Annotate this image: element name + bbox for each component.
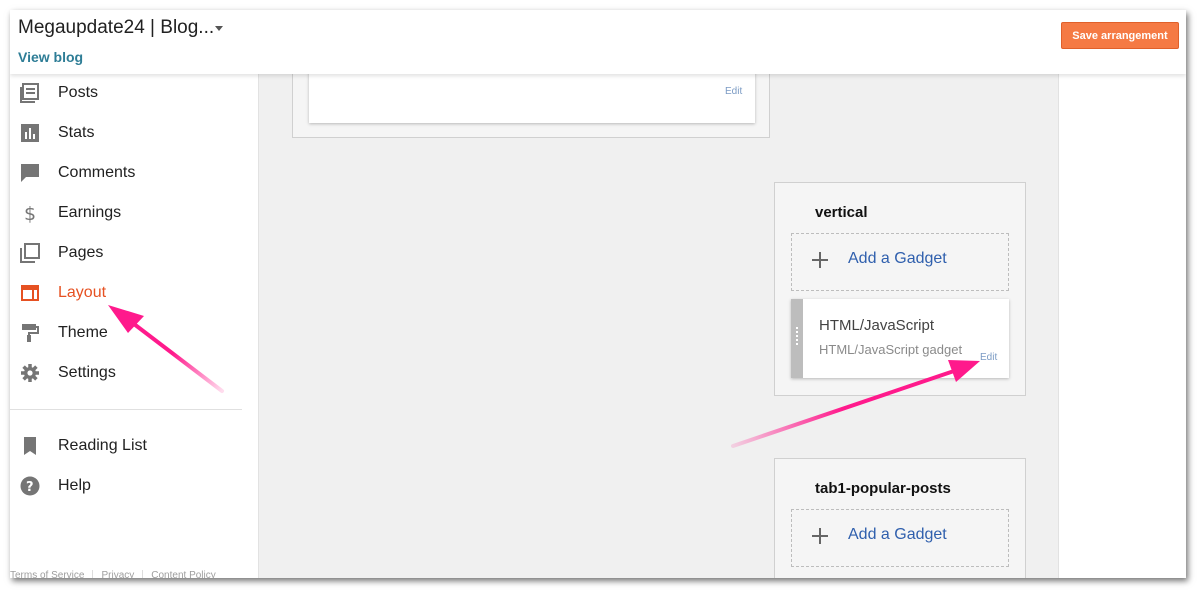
sidebar-item-label: Comments bbox=[58, 164, 136, 181]
sidebar-item-label: Theme bbox=[58, 324, 108, 341]
section-title: vertical bbox=[815, 204, 868, 221]
dollar-icon: $ bbox=[24, 203, 36, 223]
add-gadget-button[interactable]: Add a Gadget bbox=[791, 509, 1009, 567]
add-gadget-label: Add a Gadget bbox=[848, 526, 947, 543]
svg-text:?: ? bbox=[26, 480, 34, 495]
gadget-title: HTML/JavaScript bbox=[819, 317, 935, 334]
sidebar-item-label: Stats bbox=[58, 124, 95, 141]
help-icon: ? bbox=[20, 476, 40, 496]
stats-icon bbox=[21, 124, 39, 142]
sidebar: Posts Stats Comments $ Earnings Pages La… bbox=[10, 74, 258, 578]
sidebar-item-stats[interactable]: Stats bbox=[10, 118, 250, 148]
bookmark-icon bbox=[24, 437, 36, 455]
pages-icon bbox=[20, 243, 40, 263]
right-panel bbox=[1058, 74, 1186, 578]
edit-link[interactable]: Edit bbox=[725, 86, 742, 97]
plus-icon bbox=[812, 252, 828, 268]
paint-roller-icon bbox=[22, 324, 39, 342]
chevron-down-icon[interactable] bbox=[215, 26, 223, 31]
blogger-layout-window: Megaupdate24 | Blog... View blog Save ar… bbox=[10, 10, 1186, 578]
view-blog-link[interactable]: View blog bbox=[18, 49, 83, 65]
comments-icon bbox=[21, 164, 39, 182]
sidebar-item-label: Earnings bbox=[58, 204, 122, 221]
terms-link[interactable]: Terms of Service bbox=[10, 570, 94, 578]
top-bar: Megaupdate24 | Blog... View blog Save ar… bbox=[10, 10, 1186, 74]
drag-handle-icon[interactable] bbox=[791, 299, 803, 378]
add-gadget-button[interactable]: Add a Gadget bbox=[791, 233, 1009, 291]
sidebar-item-layout[interactable]: Layout bbox=[10, 278, 250, 308]
content-policy-link[interactable]: Content Policy bbox=[143, 570, 223, 578]
sidebar-item-earnings[interactable]: $ Earnings bbox=[10, 198, 250, 228]
gadget-card-html-javascript[interactable]: HTML/JavaScript HTML/JavaScript gadget E… bbox=[791, 299, 1009, 378]
layout-section-top: Edit bbox=[292, 64, 770, 138]
sidebar-item-theme[interactable]: Theme bbox=[10, 318, 250, 348]
sidebar-item-label: Layout bbox=[58, 284, 107, 301]
footer-links: Terms of Service Privacy Content Policy bbox=[10, 570, 224, 578]
sidebar-divider bbox=[10, 409, 242, 410]
sidebar-item-comments[interactable]: Comments bbox=[10, 158, 250, 188]
svg-text:$: $ bbox=[24, 203, 36, 223]
posts-icon bbox=[20, 83, 39, 103]
edit-link[interactable]: Edit bbox=[980, 352, 997, 363]
layout-section-tab1-popular-posts: tab1-popular-posts Add a Gadget bbox=[774, 458, 1026, 578]
plus-icon bbox=[812, 528, 828, 544]
sidebar-item-help[interactable]: ? Help bbox=[10, 471, 250, 501]
gear-icon bbox=[21, 364, 39, 382]
sidebar-item-pages[interactable]: Pages bbox=[10, 238, 250, 268]
sidebar-item-posts[interactable]: Posts bbox=[10, 78, 250, 108]
section-title: tab1-popular-posts bbox=[815, 480, 951, 497]
layout-canvas: Edit vertical Add a Gadget HTML/JavaScri… bbox=[258, 64, 1059, 578]
privacy-link[interactable]: Privacy bbox=[93, 570, 144, 578]
save-arrangement-button[interactable]: Save arrangement bbox=[1061, 22, 1179, 49]
blog-title[interactable]: Megaupdate24 | Blog... bbox=[18, 17, 214, 39]
sidebar-item-label: Help bbox=[58, 477, 91, 494]
sidebar-item-settings[interactable]: Settings bbox=[10, 358, 250, 388]
sidebar-item-label: Posts bbox=[58, 84, 99, 101]
sidebar-item-label: Pages bbox=[58, 244, 104, 261]
gadget-subtitle: HTML/JavaScript gadget bbox=[819, 342, 963, 357]
sidebar-item-label: Reading List bbox=[58, 437, 147, 454]
sidebar-item-reading-list[interactable]: Reading List bbox=[10, 431, 250, 461]
add-gadget-label: Add a Gadget bbox=[848, 250, 947, 267]
sidebar-item-label: Settings bbox=[58, 364, 116, 381]
layout-icon bbox=[21, 285, 39, 301]
layout-section-vertical: vertical Add a Gadget HTML/JavaScript HT… bbox=[774, 182, 1026, 396]
